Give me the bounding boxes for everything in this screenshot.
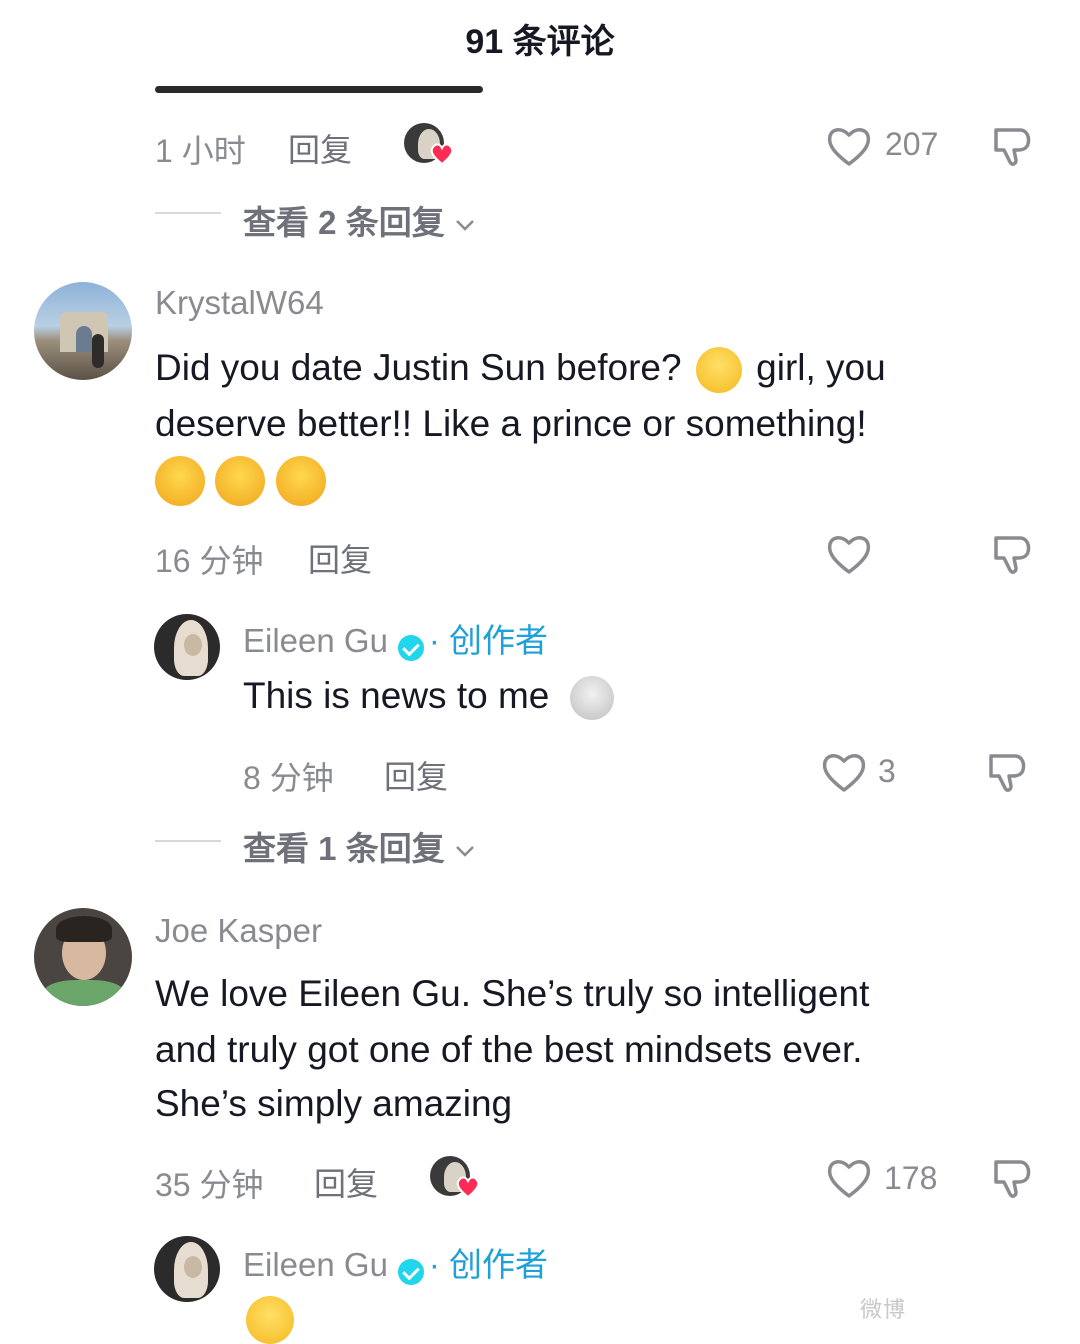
- like-count: 178: [884, 1160, 938, 1196]
- comment-text-line-1: We love Eileen Gu. She’s truly so intell…: [155, 973, 870, 1014]
- view-replies-label: 查看 2 条回复: [243, 204, 445, 241]
- comment-time: 35 分钟: [155, 1167, 264, 1203]
- view-replies-link[interactable]: 查看 2 条回复: [243, 196, 476, 244]
- comment-text-line-2: deserve better!! Like a prince or someth…: [155, 403, 867, 444]
- thumbs-down-icon[interactable]: [990, 532, 1036, 578]
- comment-username[interactable]: Joe Kasper: [155, 912, 322, 950]
- comment-text-line-3: She’s simply amazing: [155, 1083, 513, 1124]
- chevron-down-icon: [455, 220, 474, 232]
- heart-outline-icon[interactable]: [820, 750, 868, 794]
- comment-text: girl, you: [756, 347, 886, 388]
- replies-divider: [155, 840, 221, 842]
- creator-tag: · 创作者: [428, 1246, 549, 1283]
- heart-outline-icon[interactable]: [825, 532, 873, 576]
- creator-liked-heart-icon: [430, 143, 454, 166]
- heart-outline-icon[interactable]: [825, 1156, 873, 1200]
- like-count: 3: [878, 753, 896, 789]
- comment-username[interactable]: KrystalW64: [155, 284, 324, 322]
- view-replies-link[interactable]: 查看 1 条回复: [243, 822, 476, 870]
- comment-text: Did you date Justin Sun before?: [155, 347, 682, 388]
- reply-button[interactable]: 回复: [384, 752, 448, 798]
- thumbs-down-icon[interactable]: [990, 124, 1036, 170]
- reply-text: This is news to me: [243, 675, 550, 716]
- reply-button[interactable]: 回复: [314, 1159, 378, 1205]
- reply-author-row: Eileen Gu · 创作者: [243, 1238, 548, 1286]
- reply-username[interactable]: Eileen Gu: [243, 1246, 388, 1283]
- comment-time: 16 分钟: [155, 543, 264, 579]
- heart-outline-icon[interactable]: [825, 124, 873, 168]
- smiling-hearts-emoji-icon: [275, 456, 326, 506]
- comment-time: 1 小时: [155, 133, 246, 169]
- reply-author-row: Eileen Gu · 创作者: [243, 614, 548, 662]
- smiling-hearts-emoji-icon: [155, 456, 205, 506]
- reply-button[interactable]: 回复: [308, 535, 372, 581]
- creator-avatar[interactable]: [154, 614, 220, 680]
- pleading-face-emoji-icon: [246, 1296, 294, 1344]
- reply-username[interactable]: Eileen Gu: [243, 622, 388, 659]
- grinning-sweat-emoji-icon: [695, 347, 742, 394]
- view-replies-label: 查看 1 条回复: [243, 830, 445, 867]
- creator-liked-heart-icon: [456, 1176, 480, 1199]
- user-avatar[interactable]: [34, 908, 132, 1006]
- thumbs-down-icon[interactable]: [990, 1156, 1036, 1202]
- watermark: 微博: [860, 1297, 907, 1322]
- comment-text-line-1: Did you date Justin Sun before? girl, yo…: [155, 340, 886, 396]
- thumbs-down-icon[interactable]: [985, 750, 1031, 796]
- replies-divider: [155, 212, 221, 214]
- verified-badge-icon: [398, 1258, 425, 1285]
- comments-count-title: 91 条评论: [465, 23, 615, 61]
- creator-tag: · 创作者: [428, 622, 549, 659]
- user-avatar[interactable]: [34, 282, 132, 380]
- like-count: 207: [885, 126, 939, 162]
- emoji-row: [155, 456, 326, 506]
- reply-button[interactable]: 回复: [288, 125, 352, 171]
- chevron-down-icon: [455, 846, 474, 858]
- reply-time: 8 分钟: [243, 760, 334, 796]
- truncated-comment-bar: [155, 86, 483, 93]
- comment-text-line-2: and truly got one of the best mindsets e…: [155, 1029, 863, 1070]
- creator-avatar[interactable]: [154, 1236, 220, 1302]
- smiling-hearts-emoji-icon: [215, 456, 266, 506]
- reply-text-line: This is news to me: [243, 668, 614, 724]
- verified-badge-icon: [398, 634, 425, 661]
- skull-emoji-icon: [569, 676, 614, 721]
